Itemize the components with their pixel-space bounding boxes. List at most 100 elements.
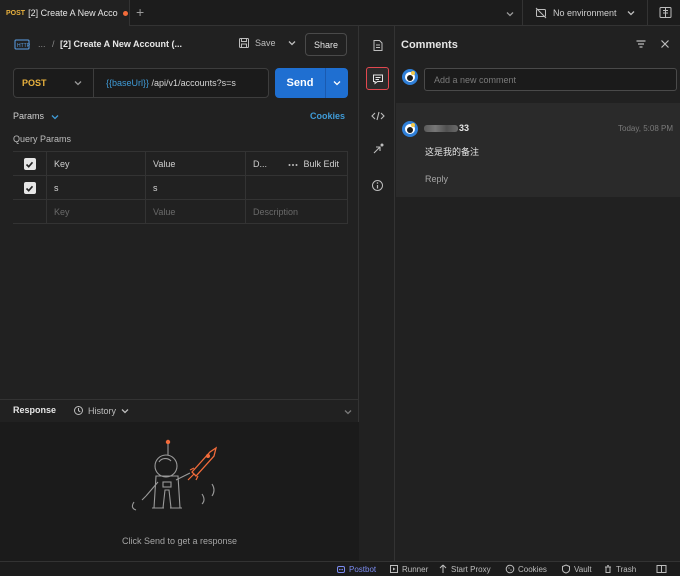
avatar-icon — [401, 120, 419, 138]
runner-icon — [389, 564, 399, 574]
info-button[interactable] — [366, 174, 389, 197]
chevron-down-icon — [626, 8, 636, 19]
divider — [522, 0, 523, 26]
runner-button[interactable]: Runner — [389, 564, 428, 574]
send-options-button[interactable] — [325, 68, 348, 98]
unsaved-dot-icon — [122, 10, 128, 16]
filter-icon[interactable] — [635, 38, 647, 50]
reply-button[interactable]: Reply — [425, 174, 448, 184]
runner-label: Runner — [402, 564, 429, 574]
related-icon — [371, 143, 384, 156]
url-path: /api/v1/accounts?s=s — [149, 78, 236, 88]
bulk-edit-button[interactable]: Bulk Edit — [288, 152, 339, 176]
related-collections-button[interactable] — [366, 138, 389, 161]
postbot-label: Postbot — [349, 564, 377, 574]
history-label: History — [88, 405, 117, 416]
tab-params[interactable]: Params — [13, 111, 60, 122]
url-input[interactable]: {{baseUrl}} /api/v1/accounts?s=s — [106, 78, 236, 88]
column-header-key: Key — [46, 152, 145, 176]
environment-selector[interactable]: No environment — [531, 0, 644, 26]
comments-button[interactable] — [366, 67, 389, 90]
collapse-response-chevron-icon[interactable] — [343, 406, 353, 418]
more-icon — [288, 159, 298, 169]
info-icon — [371, 179, 384, 192]
vault-label: Vault — [574, 564, 592, 574]
response-empty-message: Click Send to get a response — [121, 536, 238, 546]
save-icon — [238, 37, 250, 49]
query-params-table: Key Value D... Bulk Edit s s Key Value D… — [13, 151, 348, 224]
comment-item: 33 Today, 5:08 PM 这是我的备注 Reply — [396, 103, 680, 197]
new-comment-input[interactable]: Add a new comment — [424, 68, 677, 91]
proxy-icon — [438, 564, 448, 574]
empty-checkbox-cell — [13, 200, 46, 224]
method-label: POST — [22, 78, 47, 88]
chevron-down-icon — [120, 405, 130, 416]
postbot-button[interactable]: Postbot — [336, 564, 376, 574]
new-key-input[interactable]: Key — [46, 200, 145, 224]
layout-toggle-button[interactable] — [656, 564, 667, 574]
vault-button[interactable]: Vault — [561, 564, 592, 574]
documentation-button[interactable] — [366, 34, 389, 57]
query-params-title: Query Params — [13, 134, 72, 144]
send-button[interactable]: Send — [275, 68, 325, 98]
close-icon[interactable] — [659, 38, 671, 50]
code-snippet-button[interactable] — [366, 104, 389, 127]
breadcrumb-separator: / — [52, 39, 55, 49]
method-select[interactable]: POST — [14, 69, 94, 97]
param-description-cell[interactable] — [245, 176, 348, 200]
http-request-icon: HTTP — [14, 37, 30, 51]
trash-button[interactable]: Trash — [603, 564, 636, 574]
avatar-icon — [401, 68, 419, 86]
params-tab-label: Params — [13, 111, 45, 122]
start-proxy-label: Start Proxy — [451, 564, 491, 574]
column-header-description: D... Bulk Edit — [245, 152, 348, 176]
history-dropdown[interactable]: History — [73, 405, 130, 416]
save-button[interactable]: Save — [238, 37, 297, 49]
checkbox-checked-icon — [23, 158, 36, 170]
param-value-cell[interactable]: s — [145, 176, 245, 200]
right-sidebar-rail — [360, 26, 395, 561]
request-title[interactable]: [2] Create A New Account (... — [60, 39, 182, 49]
new-value-input[interactable]: Value — [145, 200, 245, 224]
status-bar: Postbot Runner Start Proxy Cookies Vault… — [0, 561, 680, 576]
astronaut-illustration — [128, 438, 228, 526]
cookies-status-label: Cookies — [518, 564, 547, 574]
tabs-chevron-down-icon[interactable] — [505, 8, 515, 20]
share-button[interactable]: Share — [305, 33, 347, 56]
breadcrumb-ellipsis[interactable]: ... — [38, 39, 46, 49]
cookies-button[interactable]: Cookies — [505, 564, 547, 574]
tab-request[interactable]: POST [2] Create A New Acco — [0, 0, 130, 26]
trash-label: Trash — [616, 564, 637, 574]
comment-author-suffix: 33 — [459, 123, 470, 133]
tab-bar: POST [2] Create A New Acco + No environm… — [0, 0, 680, 26]
tab-method: POST — [6, 9, 26, 17]
column-header-value: Value — [145, 152, 245, 176]
chevron-down-icon — [332, 77, 342, 89]
vault-icon — [561, 564, 571, 574]
checkbox-checked-icon — [23, 182, 36, 194]
table-header-row: Key Value D... Bulk Edit — [13, 152, 348, 176]
cookies-link[interactable]: Cookies — [310, 111, 345, 121]
response-body: Click Send to get a response — [0, 422, 359, 561]
trash-icon — [603, 564, 613, 574]
send-button-group: Send — [275, 68, 348, 98]
divider — [647, 0, 648, 26]
new-tab-button[interactable]: + — [136, 4, 144, 20]
bulk-edit-label: Bulk Edit — [303, 159, 339, 169]
select-all-checkbox[interactable] — [13, 152, 46, 176]
document-icon — [372, 39, 384, 52]
cookie-icon — [505, 564, 515, 574]
param-key-cell[interactable]: s — [46, 176, 145, 200]
comment-text: 这是我的备注 — [425, 147, 480, 157]
environment-quicklook-icon[interactable] — [659, 6, 672, 19]
new-description-input[interactable]: Description — [245, 200, 348, 224]
row-checkbox[interactable] — [13, 176, 46, 200]
layout-icon — [656, 564, 667, 574]
save-label: Save — [255, 38, 276, 48]
svg-text:HTTP: HTTP — [17, 43, 30, 49]
save-options-chevron-icon[interactable] — [287, 38, 297, 49]
start-proxy-button[interactable]: Start Proxy — [438, 564, 491, 574]
postbot-icon — [336, 564, 346, 574]
column-header-description-label: D... — [253, 159, 268, 169]
comments-panel: Comments Add a new comment 33 Today, 5:0… — [396, 26, 680, 561]
